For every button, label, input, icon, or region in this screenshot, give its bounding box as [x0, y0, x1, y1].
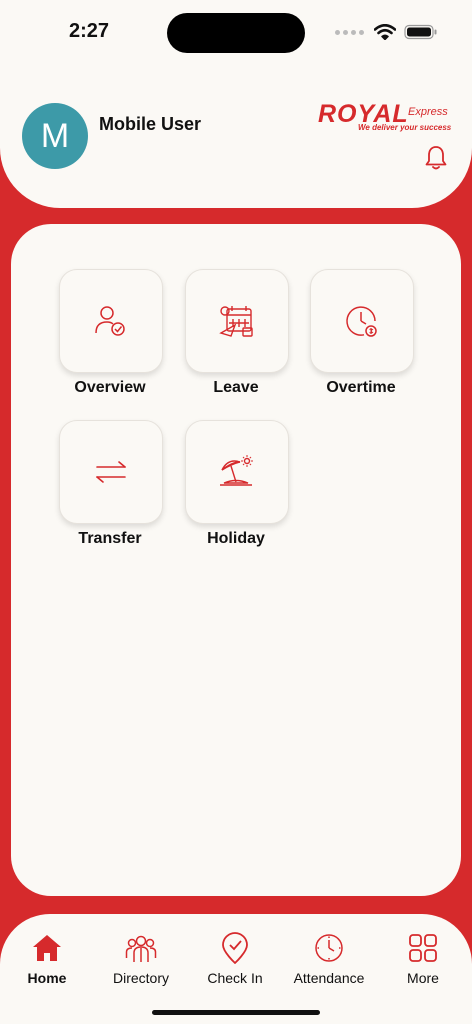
signal-icon: [335, 29, 364, 35]
holiday-tile[interactable]: [185, 420, 289, 524]
avatar-initial: M: [40, 116, 70, 155]
nav-home-label: Home: [27, 970, 67, 986]
transfer-arrows-icon: [96, 461, 126, 483]
overview-tile[interactable]: [59, 269, 163, 373]
nav-attendance-label: Attendance: [293, 970, 365, 986]
people-icon: [125, 935, 157, 962]
status-icons: [335, 22, 438, 42]
nav-directory-label: Directory: [112, 970, 169, 986]
nav-more[interactable]: More: [376, 932, 470, 986]
nav-home[interactable]: Home: [0, 932, 94, 986]
wifi-icon: [374, 24, 396, 40]
holiday-label: Holiday: [207, 530, 265, 547]
status-time: 2:27: [69, 20, 110, 42]
location-check-icon: [222, 932, 248, 964]
nav-attendance[interactable]: Attendance: [282, 932, 376, 986]
user-check-icon: [95, 306, 125, 336]
battery-icon: [404, 24, 437, 40]
nav-check-in-label: Check In: [207, 970, 263, 986]
avatar[interactable]: M: [22, 103, 88, 169]
clock-icon: [315, 934, 343, 962]
bell-icon[interactable]: [424, 145, 448, 171]
user-name: Mobile User: [99, 114, 202, 134]
dynamic-island: [167, 13, 305, 53]
overview-label: Overview: [74, 379, 146, 396]
nav-directory[interactable]: Directory: [94, 932, 188, 986]
overtime-label: Overtime: [326, 379, 396, 396]
clock-dollar-icon: [346, 306, 377, 337]
nav-more-label: More: [407, 970, 439, 986]
header: 2:27 M Mobile User ROYAL Express We deli…: [0, 0, 472, 208]
bottom-nav: Home Directory Check In Attendance More: [0, 914, 472, 1024]
leave-tile[interactable]: [185, 269, 289, 373]
main-card: Overview Leave Overtime Transfer Holiday: [11, 224, 461, 896]
grid-icon: [409, 934, 437, 962]
leave-label: Leave: [213, 379, 259, 396]
brand-tagline: We deliver your success: [358, 123, 452, 132]
transfer-label: Transfer: [78, 530, 142, 547]
brand-logo: ROYAL Express We deliver your success: [316, 100, 452, 136]
overtime-tile[interactable]: [310, 269, 414, 373]
nav-check-in[interactable]: Check In: [188, 932, 282, 986]
beach-umbrella-icon: [220, 455, 253, 486]
home-indicator: [152, 1010, 320, 1015]
brand-sub: Express: [408, 106, 448, 118]
calendar-plane-icon: [219, 306, 253, 337]
home-icon: [33, 935, 61, 961]
transfer-tile[interactable]: [59, 420, 163, 524]
